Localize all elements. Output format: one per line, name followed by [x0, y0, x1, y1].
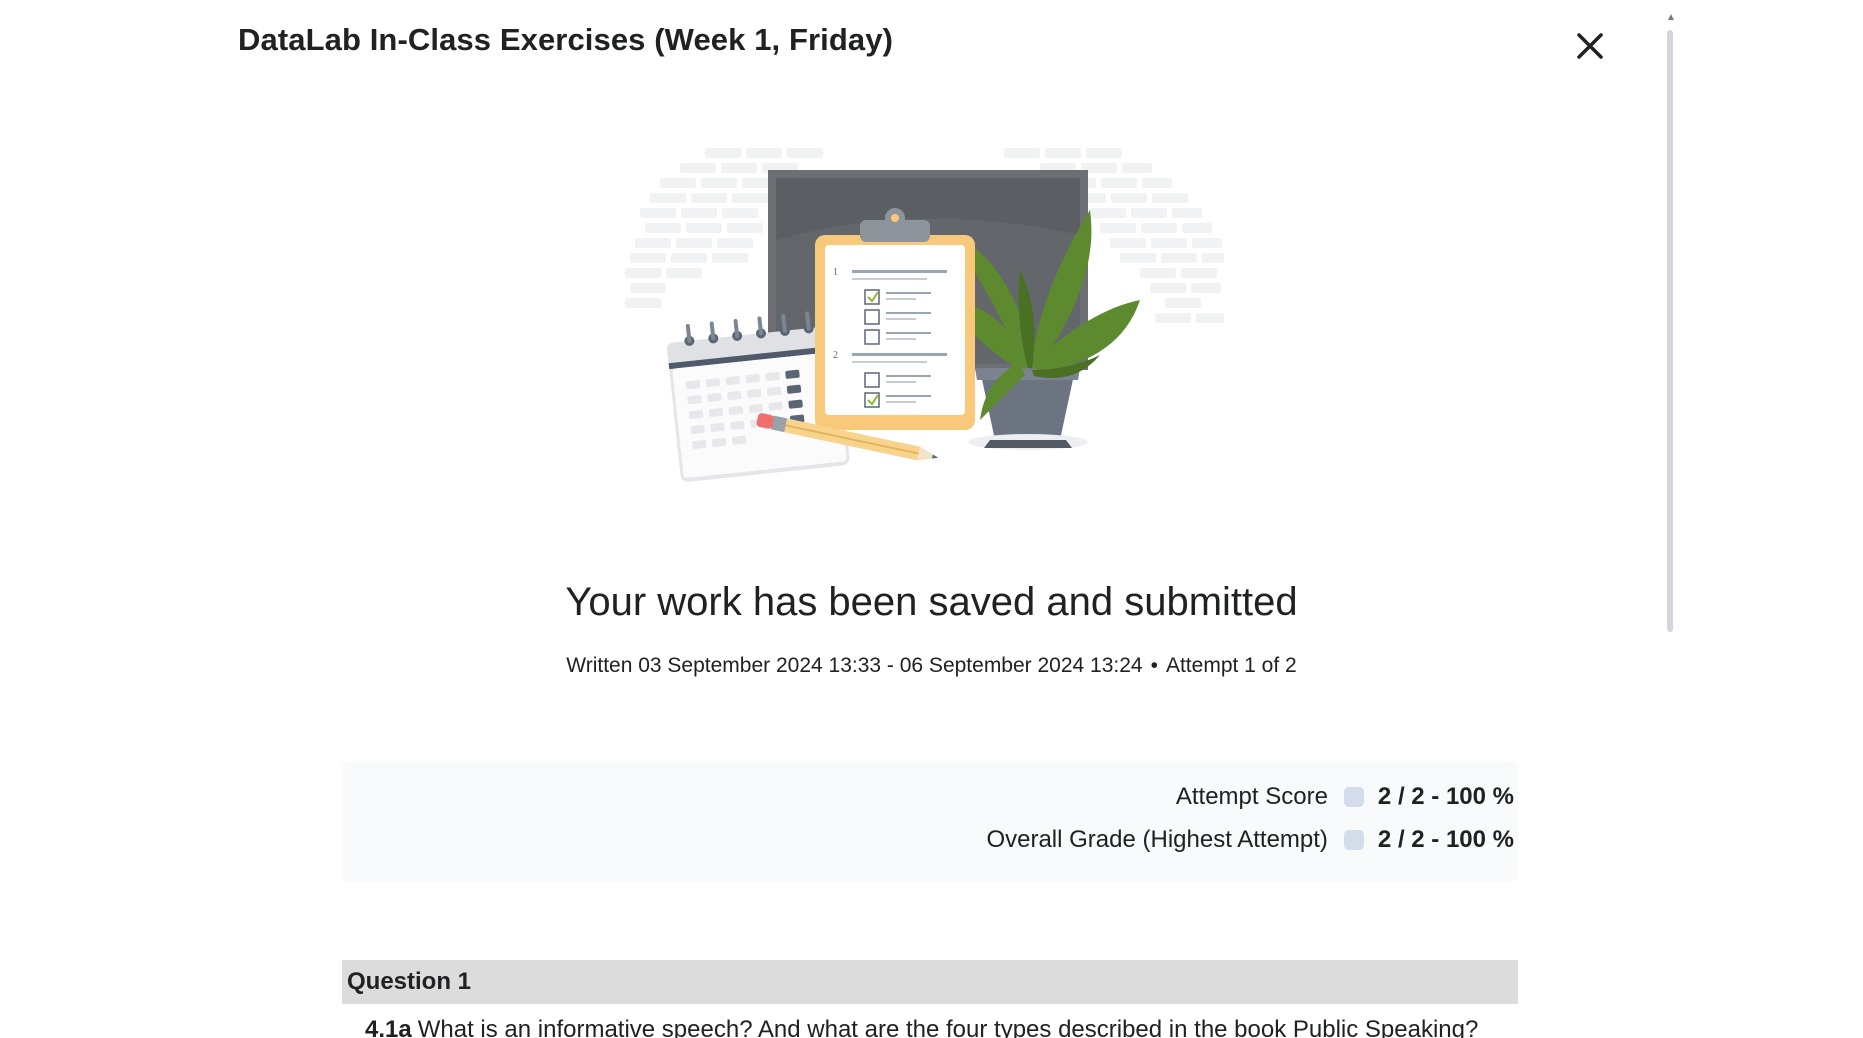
question-number: 4.1a — [365, 1016, 412, 1038]
attempt-score-indicator-icon — [1343, 787, 1364, 807]
scrollbar[interactable]: ▲ ⌄ — [1663, 12, 1677, 1038]
written-dates: Written 03 September 2024 13:33 - 06 Sep… — [566, 654, 1143, 677]
clipboard-graphic: 1 2 — [815, 208, 975, 430]
score-summary-panel: Attempt Score 2 / 2 - 100 % Overall Grad… — [342, 761, 1518, 882]
question-text: 4.1a What is an informative speech? And w… — [365, 1016, 1478, 1038]
submission-illustration: 1 2 — [625, 148, 1224, 482]
clipboard-number-1: 1 — [833, 267, 838, 278]
question-prompt: What is an informative speech? And what … — [417, 1016, 1479, 1038]
overall-grade-label: Overall Grade (Highest Attempt) — [986, 826, 1328, 853]
close-icon — [1577, 33, 1603, 59]
scrollbar-thumb[interactable] — [1667, 30, 1673, 632]
dialog-title: DataLab In-Class Exercises (Week 1, Frid… — [238, 22, 894, 57]
close-button[interactable] — [1570, 26, 1610, 66]
overall-grade-indicator-icon — [1343, 830, 1364, 850]
attempt-score-label: Attempt Score — [1175, 783, 1328, 810]
attempt-score-value: 2 / 2 - 100 % — [1377, 783, 1514, 810]
overall-grade-value: 2 / 2 - 100 % — [1377, 826, 1514, 853]
attempt-count: Attempt 1 of 2 — [1165, 654, 1297, 677]
attempt-score-row: Attempt Score 2 / 2 - 100 % — [1176, 783, 1514, 811]
quiz-submission-dialog: DataLab In-Class Exercises (Week 1, Frid… — [0, 0, 1863, 1038]
question-header: Question 1 — [342, 960, 1518, 1004]
clipboard-number-2: 2 — [833, 350, 838, 361]
question-header-label: Question 1 — [347, 968, 472, 995]
submission-headline: Your work has been saved and submitted — [565, 580, 1298, 624]
scroll-up-icon[interactable]: ▲ — [1666, 12, 1676, 23]
overall-grade-row: Overall Grade (Highest Attempt) 2 / 2 - … — [986, 826, 1514, 854]
attempt-meta: Written 03 September 2024 13:33 - 06 Sep… — [0, 654, 1863, 678]
meta-separator: • — [1150, 654, 1158, 677]
